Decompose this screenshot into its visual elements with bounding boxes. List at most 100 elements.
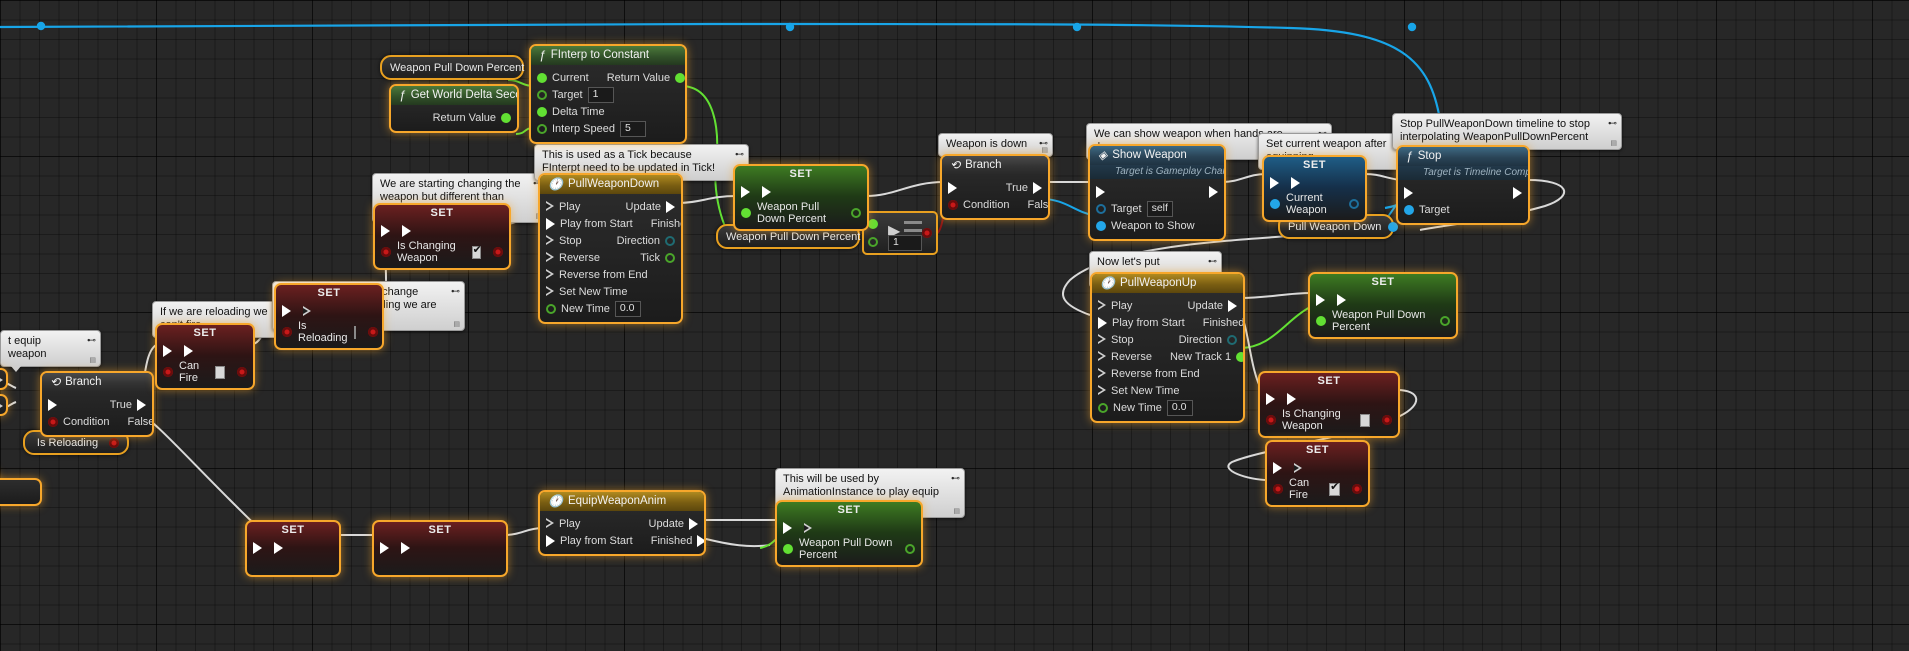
input-pin[interactable] bbox=[1098, 334, 1106, 345]
input-pin[interactable] bbox=[1098, 402, 1108, 413]
set-value-out-pin[interactable] bbox=[905, 544, 915, 554]
set-node-unnamed-8[interactable]: SET bbox=[245, 520, 341, 577]
resize-grip-icon[interactable]: ▤ bbox=[89, 357, 96, 364]
set-value-checkbox[interactable] bbox=[353, 325, 356, 339]
input-pin[interactable] bbox=[546, 303, 556, 314]
variable-output-pin[interactable] bbox=[1388, 221, 1399, 232]
set-node-is-changing-weapon[interactable]: SET Is Changing Weapon bbox=[373, 203, 511, 270]
offscreen-node-stub-bottom[interactable] bbox=[0, 478, 42, 506]
variable-output-pin[interactable] bbox=[109, 437, 119, 448]
output-pin[interactable] bbox=[1513, 186, 1522, 199]
set-exec-in-pin[interactable] bbox=[381, 225, 390, 237]
set-value-in-pin[interactable] bbox=[741, 208, 751, 218]
node-pullweaponup[interactable]: 🕐 PullWeaponUp Play Update Play from Start Fi… bbox=[1090, 272, 1245, 423]
set-exec-out-pin[interactable] bbox=[1337, 294, 1346, 306]
node-branch[interactable]: ⟲BranchTrueConditionFalse bbox=[940, 154, 1050, 220]
set-value-in-pin[interactable] bbox=[1270, 199, 1280, 209]
pin-comment-icon[interactable]: ⊷ bbox=[87, 334, 96, 347]
offscreen-node-stub-0[interactable] bbox=[0, 368, 8, 390]
comment-bubble-c-equip[interactable]: t equip weapon ⊷ ▤ bbox=[0, 330, 101, 372]
offscreen-node-stub-1[interactable] bbox=[0, 394, 8, 416]
input-pin[interactable] bbox=[537, 123, 547, 134]
set-value-in-pin[interactable] bbox=[381, 247, 391, 257]
node-branch[interactable]: ⟲BranchTrueConditionFalse bbox=[40, 371, 154, 437]
input-value-field[interactable]: 5 bbox=[620, 120, 646, 137]
input-pin[interactable] bbox=[546, 252, 554, 263]
input-pin[interactable] bbox=[537, 72, 547, 83]
output-pin[interactable] bbox=[665, 235, 675, 246]
input-pin[interactable] bbox=[546, 201, 554, 212]
input-pin[interactable] bbox=[546, 286, 554, 297]
set-node-is-changing-weapon[interactable]: SET Is Changing Weapon bbox=[1258, 371, 1400, 438]
set-exec-in-pin[interactable] bbox=[1270, 177, 1279, 189]
input-value-field[interactable]: self bbox=[1146, 200, 1173, 217]
input-pin[interactable] bbox=[546, 534, 555, 547]
set-value-out-pin[interactable] bbox=[493, 247, 503, 257]
set-exec-in-pin[interactable] bbox=[783, 522, 792, 534]
set-exec-out-pin[interactable] bbox=[762, 186, 771, 198]
set-value-out-pin[interactable] bbox=[1440, 316, 1450, 326]
compare-value-field[interactable]: 1 bbox=[888, 235, 922, 251]
input-pin[interactable] bbox=[948, 199, 958, 210]
set-value-checkbox[interactable] bbox=[215, 365, 225, 379]
pin-comment-icon[interactable]: ⊷ bbox=[1208, 255, 1217, 268]
node-pullweapondown[interactable]: 🕐 PullWeaponDown Play Update Play from Start… bbox=[538, 173, 683, 324]
input-pin[interactable] bbox=[1098, 385, 1106, 396]
set-value-out-pin[interactable] bbox=[851, 208, 861, 218]
set-value-in-pin[interactable] bbox=[1273, 484, 1283, 494]
set-exec-in-pin[interactable] bbox=[163, 345, 172, 357]
set-exec-out-pin[interactable] bbox=[1287, 393, 1296, 405]
stub-exec-pin[interactable] bbox=[0, 401, 3, 412]
set-node-current-weapon[interactable]: SET Current Weapon bbox=[1262, 155, 1367, 222]
input-value-field[interactable]: 1 bbox=[587, 86, 614, 103]
blueprint-graph-canvas[interactable]: t equip weapon ⊷ ▤ If we are reloading we c… bbox=[0, 0, 1909, 651]
input-pin[interactable] bbox=[546, 518, 554, 529]
set-value-in-pin[interactable] bbox=[163, 367, 173, 377]
input-pin[interactable] bbox=[537, 106, 547, 117]
set-value-out-pin[interactable] bbox=[1382, 415, 1392, 425]
set-value-checkbox[interactable] bbox=[1360, 413, 1370, 427]
input-pin[interactable] bbox=[1098, 300, 1106, 311]
set-exec-in-pin[interactable] bbox=[1273, 462, 1282, 474]
set-exec-in-pin[interactable] bbox=[253, 542, 262, 554]
set-exec-out-pin[interactable] bbox=[274, 542, 283, 554]
resize-grip-icon[interactable]: ▤ bbox=[1610, 140, 1617, 147]
resize-grip-icon[interactable]: ▤ bbox=[453, 321, 460, 328]
input-pin[interactable] bbox=[546, 269, 554, 280]
output-pin[interactable] bbox=[501, 112, 511, 123]
output-pin[interactable] bbox=[675, 72, 685, 83]
input-value-field[interactable]: 0.0 bbox=[1166, 399, 1193, 416]
input-pin[interactable] bbox=[1404, 186, 1413, 199]
set-exec-out-pin[interactable] bbox=[402, 225, 411, 237]
set-value-in-pin[interactable] bbox=[1316, 316, 1326, 326]
input-pin[interactable] bbox=[537, 89, 547, 100]
input-pin[interactable] bbox=[1096, 185, 1105, 198]
stub-exec-pin[interactable] bbox=[0, 375, 3, 386]
node-finterp-to-constant[interactable]: ƒ FInterp to Constant Current Return Value T… bbox=[529, 44, 687, 144]
pin-comment-icon[interactable]: ⊷ bbox=[451, 285, 460, 298]
set-node-weapon-pull-down-percent[interactable]: SET Weapon Pull Down Percent bbox=[733, 164, 869, 231]
output-pin[interactable] bbox=[137, 398, 146, 411]
input-pin[interactable] bbox=[1098, 368, 1106, 379]
set-exec-in-pin[interactable] bbox=[1266, 393, 1275, 405]
output-pin[interactable] bbox=[666, 200, 675, 213]
node-greater-equal-compact[interactable]: ▶ 1 bbox=[862, 211, 938, 255]
input-pin[interactable] bbox=[1404, 204, 1414, 215]
set-value-out-pin[interactable] bbox=[367, 327, 378, 337]
output-pin[interactable] bbox=[1227, 334, 1237, 345]
output-pin[interactable] bbox=[665, 252, 675, 263]
set-node-is-reloading[interactable]: SET Is Reloading bbox=[274, 283, 384, 350]
set-exec-out-pin[interactable] bbox=[804, 522, 812, 534]
set-value-in-pin[interactable] bbox=[282, 327, 292, 337]
input-pin[interactable] bbox=[1098, 351, 1106, 362]
set-exec-in-pin[interactable] bbox=[380, 542, 389, 554]
pin-comment-icon[interactable]: ⊷ bbox=[735, 148, 744, 161]
node-get-world-delta-seconds[interactable]: ƒ Get World Delta Seconds Return Value bbox=[389, 84, 519, 133]
pin-comment-icon[interactable]: ⊷ bbox=[951, 472, 960, 485]
set-value-in-pin[interactable] bbox=[783, 544, 793, 554]
set-value-out-pin[interactable] bbox=[1352, 484, 1362, 494]
set-value-checkbox[interactable] bbox=[1329, 481, 1340, 496]
set-value-out-pin[interactable] bbox=[1349, 199, 1359, 209]
input-pin[interactable] bbox=[1096, 220, 1106, 231]
output-pin[interactable] bbox=[1228, 299, 1237, 312]
